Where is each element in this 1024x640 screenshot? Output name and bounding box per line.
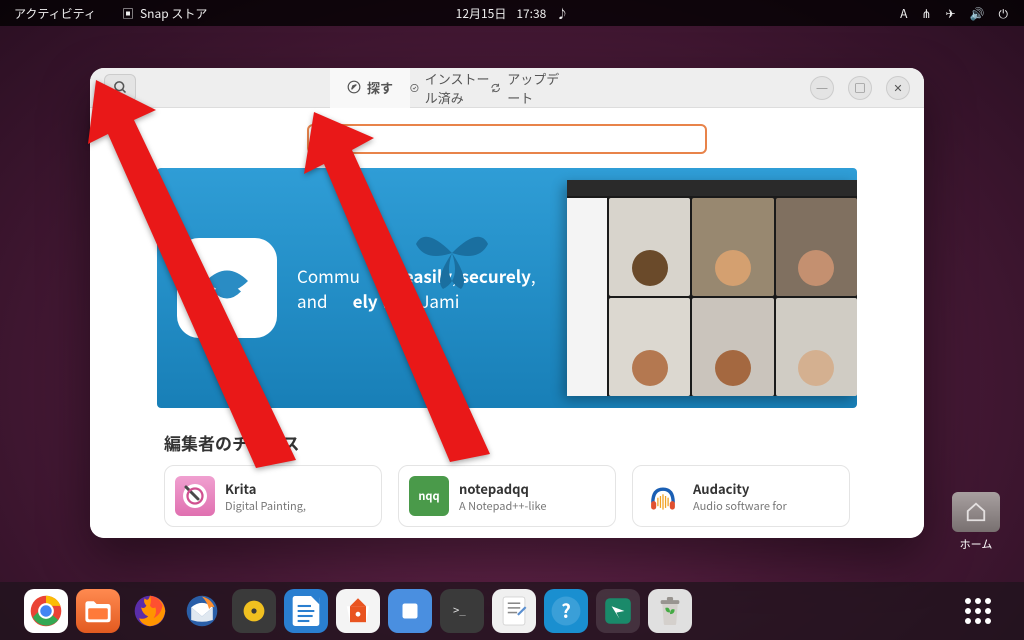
dock-text-editor[interactable] xyxy=(492,589,536,633)
home-folder-icon xyxy=(952,492,1000,532)
power-icon: ⏻ xyxy=(999,5,1009,22)
tab-updates[interactable]: アップデート xyxy=(490,68,570,107)
input-source-indicator[interactable]: A xyxy=(900,5,907,22)
active-app-indicator[interactable]: ▣ Snap ストア xyxy=(122,5,207,22)
svg-text:?: ? xyxy=(561,597,571,624)
tab-explore[interactable]: 探す xyxy=(330,68,410,108)
jami-logo-icon xyxy=(177,238,277,338)
airplane-icon: ✈ xyxy=(945,5,955,22)
app-card-krita[interactable]: Krita Digital Painting, xyxy=(164,465,382,527)
krita-icon xyxy=(175,476,215,516)
search-input[interactable] xyxy=(337,132,697,147)
dock-help[interactable]: ? xyxy=(544,589,588,633)
snap-store-top-icon: ▣ xyxy=(122,5,134,22)
search-field[interactable] xyxy=(307,124,707,154)
dock-ubuntu-software[interactable] xyxy=(336,589,380,633)
audacity-icon xyxy=(643,476,683,516)
tab-installed[interactable]: インストール済み xyxy=(410,68,490,107)
app-card-notepadqq[interactable]: nqq notepadqq A Notepad++-like xyxy=(398,465,616,527)
desktop-home-folder[interactable]: ホーム xyxy=(946,492,1006,552)
search-icon xyxy=(317,127,330,151)
refresh-icon xyxy=(490,81,501,95)
notification-bell-icon: ♪ xyxy=(556,5,568,22)
close-button[interactable]: ✕ xyxy=(886,76,910,100)
dock-thunderbird[interactable] xyxy=(180,589,224,633)
dock-chrome[interactable] xyxy=(24,589,68,633)
window-header: 探す インストール済み アップデート ─ □ ✕ xyxy=(90,68,924,108)
snap-store-window: 探す インストール済み アップデート ─ □ ✕ xyxy=(90,68,924,538)
status-menu[interactable]: A ⋔ ✈ 🔊 ⏻ xyxy=(900,5,1024,22)
banner-screenshot xyxy=(567,180,857,396)
maximize-button[interactable]: □ xyxy=(848,76,872,100)
dock-libreoffice-writer[interactable] xyxy=(284,589,328,633)
window-body: Communiate easily, securely, and freely … xyxy=(90,108,924,538)
check-circle-icon xyxy=(410,81,419,95)
show-applications-button[interactable] xyxy=(956,589,1000,633)
dock-app-blue[interactable] xyxy=(388,589,432,633)
featured-banner[interactable]: Communiate easily, securely, and freely … xyxy=(157,168,857,408)
dock: >_ ? xyxy=(0,582,1024,640)
app-card-audacity[interactable]: Audacity Audio software for xyxy=(632,465,850,527)
dock-firefox[interactable] xyxy=(128,589,172,633)
dock-rhythmbox[interactable] xyxy=(232,589,276,633)
svg-text:>_: >_ xyxy=(453,604,466,616)
section-title-editors-choice: 編集者のチョイス xyxy=(164,430,900,455)
compass-icon xyxy=(347,80,361,94)
dock-files[interactable] xyxy=(76,589,120,633)
search-icon xyxy=(113,80,128,95)
top-bar: アクティビティ ▣ Snap ストア 12月15日 17:38 ♪ A ⋔ ✈ … xyxy=(0,0,1024,26)
network-icon: ⋔ xyxy=(921,5,931,22)
gift-bow-icon xyxy=(407,208,497,298)
activities-button[interactable]: アクティビティ xyxy=(14,5,96,22)
apps-grid-icon xyxy=(965,598,991,624)
minimize-button[interactable]: ─ xyxy=(810,76,834,100)
clock-area[interactable]: 12月15日 17:38 ♪ xyxy=(456,5,569,22)
search-toggle-button[interactable] xyxy=(104,74,136,102)
dock-snap-store[interactable] xyxy=(596,589,640,633)
dock-terminal[interactable]: >_ xyxy=(440,589,484,633)
notepadqq-icon: nqq xyxy=(409,476,449,516)
dock-trash[interactable] xyxy=(648,589,692,633)
app-card-row: Krita Digital Painting, nqq notepadqq A … xyxy=(114,465,900,527)
volume-icon: 🔊 xyxy=(970,5,985,22)
